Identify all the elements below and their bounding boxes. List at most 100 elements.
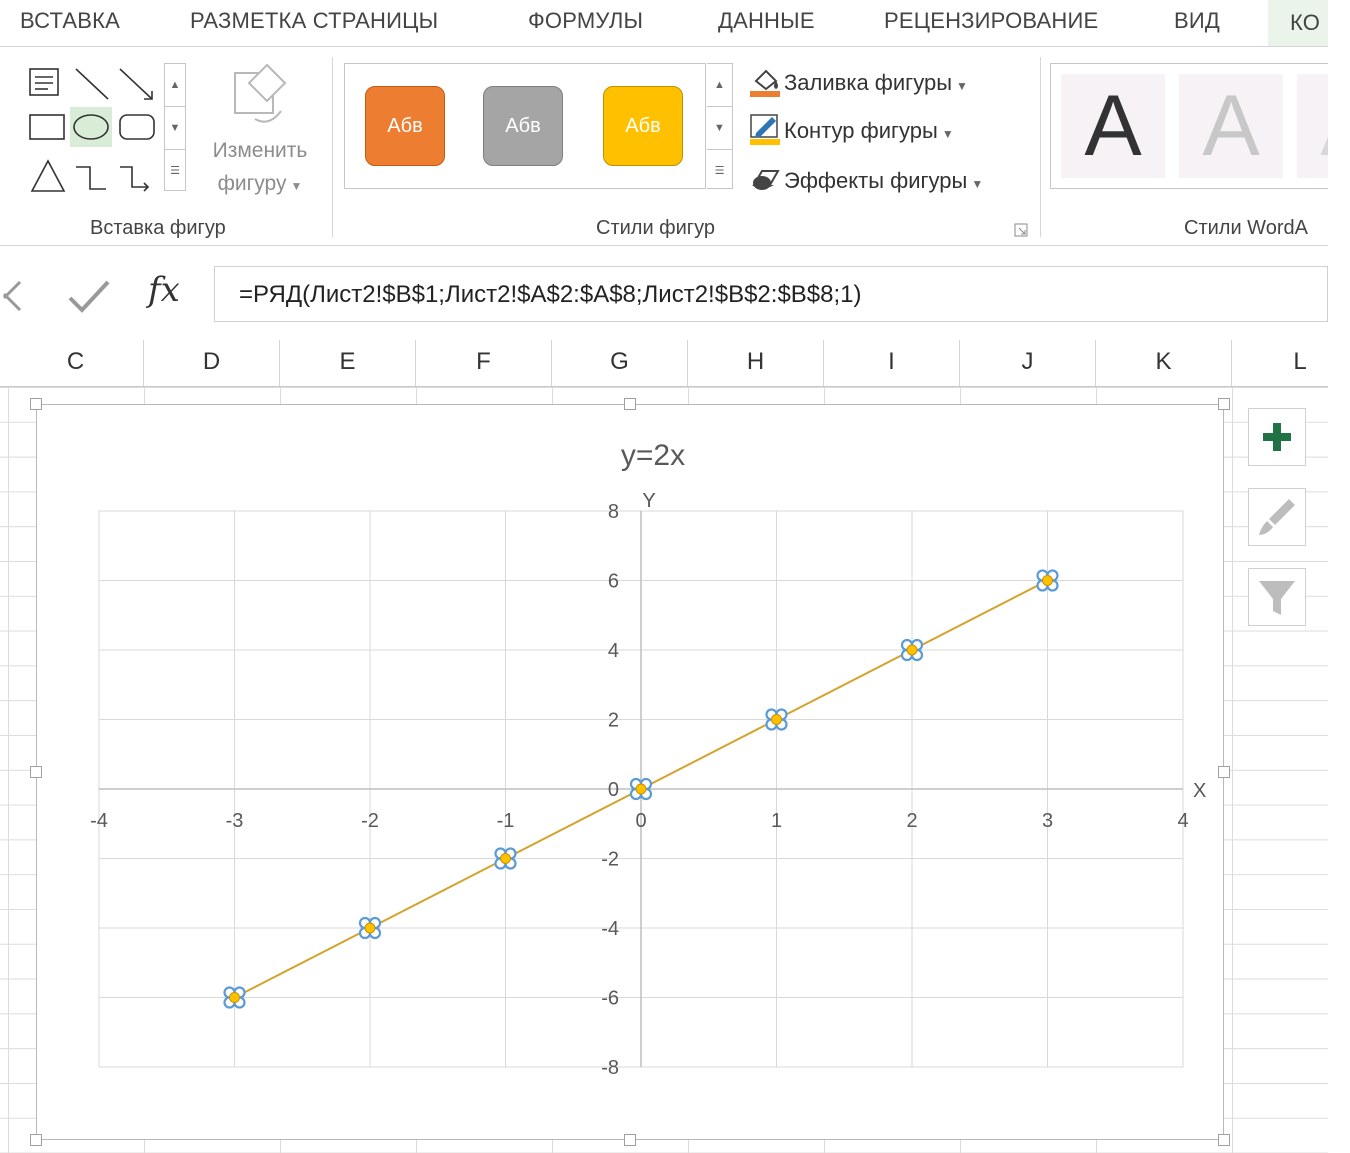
- shape-style-scroll[interactable]: ▲ ▼ ☰: [707, 63, 733, 189]
- gallery-more-icon[interactable]: ☰: [707, 150, 732, 192]
- x-tick-label: -2: [361, 810, 379, 832]
- x-tick-label: 4: [1177, 810, 1188, 832]
- chart-filters-button[interactable]: [1248, 568, 1306, 626]
- formula-input[interactable]: =РЯД(Лист2!$B$1;Лист2!$A$2:$A$8;Лист2!$B…: [214, 266, 1328, 322]
- column-header[interactable]: F: [416, 340, 552, 386]
- change-shape-label-1: Изменить: [212, 139, 308, 162]
- chart-styles-button[interactable]: [1248, 488, 1306, 546]
- shape-style-preset-3[interactable]: Абв: [603, 86, 683, 166]
- change-shape-label-2: фигуру ▼: [217, 172, 303, 195]
- column-header[interactable]: C: [8, 340, 144, 386]
- tab-review[interactable]: РЕЦЕНЗИРОВАНИЕ: [884, 8, 1098, 34]
- group-label-insert-shapes: Вставка фигур: [90, 217, 226, 239]
- chevron-down-icon: ▼: [956, 78, 968, 93]
- wordart-style-1[interactable]: A: [1061, 74, 1165, 178]
- x-tick-label: 1: [771, 810, 782, 832]
- tab-insert[interactable]: ВСТАВКА: [20, 8, 120, 34]
- resize-handle[interactable]: [30, 1134, 42, 1146]
- tab-format[interactable]: КО: [1268, 0, 1328, 46]
- y-tick-label: 2: [608, 710, 619, 732]
- data-point: [629, 777, 653, 801]
- dialog-launcher-icon[interactable]: [1014, 223, 1028, 237]
- data-point: [765, 708, 788, 731]
- resize-handle[interactable]: [1218, 766, 1230, 778]
- shape-fill-button[interactable]: Заливка фигуры ▼: [748, 65, 968, 103]
- wordart-style-2[interactable]: A: [1179, 74, 1283, 178]
- column-header[interactable]: K: [1096, 340, 1232, 386]
- x-tick-label: 2: [906, 810, 917, 832]
- chevron-down-icon: ▼: [290, 179, 303, 193]
- resize-handle[interactable]: [30, 766, 42, 778]
- scroll-up-icon[interactable]: ▲: [165, 64, 185, 107]
- tab-data[interactable]: ДАННЫЕ: [718, 8, 815, 34]
- y-tick-label: -4: [601, 918, 619, 940]
- wordart-style-3[interactable]: A: [1297, 74, 1328, 178]
- pencil-icon: [748, 113, 784, 151]
- wordart-gallery: A A A: [1050, 63, 1328, 189]
- shape-style-gallery: Абв Абв Абв: [344, 63, 706, 189]
- paintbrush-icon: [1259, 499, 1295, 535]
- column-header[interactable]: I: [824, 340, 960, 386]
- plus-icon: [1263, 423, 1291, 451]
- point-marker: [771, 714, 782, 725]
- column-header[interactable]: E: [280, 340, 416, 386]
- column-header[interactable]: H: [688, 340, 824, 386]
- resize-handle[interactable]: [624, 398, 636, 410]
- shape-style-preset-2[interactable]: Абв: [483, 86, 563, 166]
- chevron-down-icon: ▼: [971, 176, 984, 191]
- gallery-more-icon[interactable]: ☰: [165, 150, 185, 192]
- shape-outline-button[interactable]: Контур фигуры ▼: [748, 113, 954, 151]
- insert-function-button[interactable]: fx: [148, 270, 180, 310]
- x-tick-label: 0: [635, 810, 646, 832]
- shape-gallery-scroll[interactable]: ▲ ▼ ☰: [164, 63, 186, 191]
- scatter-chart: -4 -3 -2 -1 0 1 2 3 4 -8 -6 -4 -2 0 2 4 6 8 X Yy=2x: [90, 439, 1206, 1079]
- scroll-up-icon[interactable]: ▲: [707, 64, 732, 107]
- column-headers: C D E F G H I J K L: [0, 340, 1328, 387]
- paint-bucket-icon: [748, 65, 784, 103]
- change-shape-button[interactable]: Изменить фигуру ▼: [200, 59, 320, 203]
- chart-area[interactable]: -4 -3 -2 -1 0 1 2 3 4 -8 -6 -4 -2 0 2 4 6 8 X Yy=2x: [36, 404, 1224, 1140]
- x-tick-label: -1: [497, 810, 515, 832]
- shape-style-preset-1[interactable]: Абв: [365, 86, 445, 166]
- filter-icon: [1259, 581, 1295, 615]
- scroll-down-icon[interactable]: ▼: [707, 107, 732, 150]
- point-marker: [1042, 575, 1053, 586]
- resize-handle[interactable]: [624, 1134, 636, 1146]
- tab-formulas[interactable]: ФОРМУЛЫ: [528, 8, 643, 34]
- scroll-down-icon[interactable]: ▼: [165, 107, 185, 150]
- cancel-icon[interactable]: [0, 276, 40, 316]
- resize-handle[interactable]: [30, 398, 42, 410]
- group-label-wordart: Стили WordA: [1184, 217, 1308, 239]
- point-marker: [906, 644, 918, 656]
- data-point: [900, 638, 924, 662]
- enter-check-icon[interactable]: [64, 274, 114, 318]
- chart-elements-button[interactable]: [1248, 408, 1306, 466]
- column-header[interactable]: L: [1232, 340, 1328, 386]
- x-tick-label: -4: [90, 810, 108, 832]
- column-header[interactable]: G: [552, 340, 688, 386]
- tab-page-layout[interactable]: РАЗМЕТКА СТРАНИЦЫ: [190, 8, 438, 34]
- shape-gallery[interactable]: [26, 63, 164, 193]
- ribbon-body: ▲ ▼ ☰ Изменить фигуру ▼ Вставка фигур Абв…: [0, 46, 1328, 246]
- data-point: [223, 986, 246, 1009]
- y-tick-label: 0: [608, 779, 619, 801]
- resize-handle[interactable]: [1218, 1134, 1230, 1146]
- group-label-shape-styles: Стили фигур: [596, 217, 715, 239]
- shape-effects-button[interactable]: Эффекты фигуры ▼: [748, 163, 983, 201]
- y-tick-label: -2: [601, 849, 619, 871]
- point-marker: [364, 922, 376, 934]
- point-marker: [500, 853, 511, 864]
- x-tick-label: -3: [226, 810, 244, 832]
- ribbon-tabs: ВСТАВКА РАЗМЕТКА СТРАНИЦЫ ФОРМУЛЫ ДАННЫЕ…: [0, 0, 1328, 46]
- y-tick-label: 8: [608, 501, 619, 523]
- tab-view[interactable]: ВИД: [1174, 8, 1220, 34]
- column-header[interactable]: D: [144, 340, 280, 386]
- excel-window: ВСТАВКА РАЗМЕТКА СТРАНИЦЫ ФОРМУЛЫ ДАННЫЕ…: [0, 0, 1328, 1153]
- y-tick-label: 4: [608, 640, 619, 662]
- data-point: [494, 847, 517, 870]
- group-separator: [332, 57, 333, 237]
- chart-title: y=2x: [621, 439, 685, 472]
- column-header[interactable]: J: [960, 340, 1096, 386]
- resize-handle[interactable]: [1218, 398, 1230, 410]
- y-axis-title: Y: [642, 490, 655, 512]
